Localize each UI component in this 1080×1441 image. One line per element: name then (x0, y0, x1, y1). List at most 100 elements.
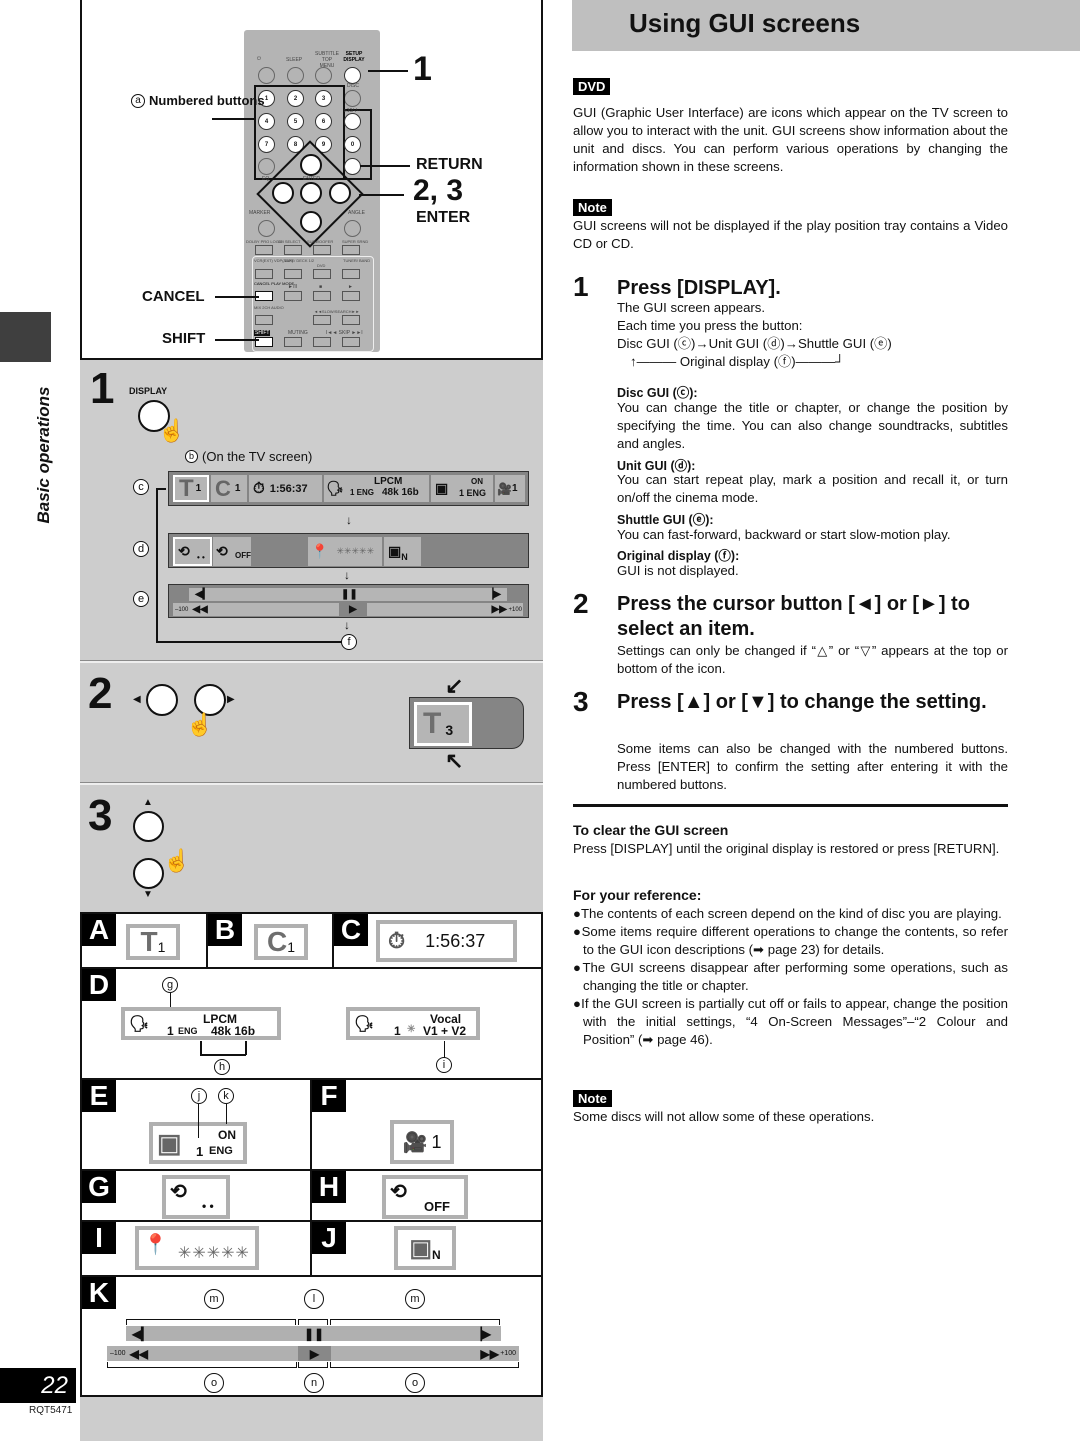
marker-f: f (341, 634, 357, 650)
speed-bar[interactable]: –100 ◀◀ ▶ ▶▶ +100 (173, 603, 523, 616)
marker-i: i (436, 1057, 452, 1073)
dvd-button[interactable] (313, 269, 331, 279)
sleep-button[interactable] (287, 67, 304, 84)
clear-text: Press [DISPLAY] until the original displ… (573, 841, 1000, 856)
min-speed-label: –100 (110, 1350, 126, 1357)
pushpin-icon: 📍 (143, 1233, 168, 1256)
marker-o: o (204, 1373, 224, 1393)
chapter-value: 1 (287, 939, 296, 955)
repeat-value: • • (202, 1199, 214, 1213)
number-button-7[interactable]: 7 (258, 136, 275, 153)
reference-item: ●The GUI screens disappear after perform… (573, 960, 1008, 993)
marker-button[interactable] (258, 220, 275, 237)
play-pause-button[interactable] (284, 291, 302, 301)
subtitle-track: 1 (196, 1144, 204, 1159)
cell-letter: H (312, 1171, 346, 1203)
disc-label: DISC (347, 83, 359, 89)
cursor-left-button[interactable] (272, 182, 294, 204)
cell-letter: K (82, 1277, 116, 1309)
marker-a: a (131, 94, 145, 108)
search-back-button[interactable] (313, 315, 331, 325)
down-arrow-icon: ↓ (346, 513, 352, 527)
skip-back-button[interactable] (313, 337, 331, 347)
title-item-selected[interactable]: T3 (414, 702, 472, 746)
hand-pointer-icon: ☝ (158, 418, 186, 443)
cell-letter: I (82, 1222, 116, 1254)
play-button[interactable] (342, 291, 360, 301)
title-icon-box: T1 (126, 924, 180, 960)
step1-line1: The GUI screen appears. (617, 300, 766, 315)
stop-label: ■ (319, 284, 323, 290)
skip-bar[interactable]: ◀▎ ❚❚ ▕▶ (126, 1326, 501, 1341)
cell-letter: F (312, 1080, 346, 1112)
remote-control: ⏻ SLEEP SUBTITLE TOP MENU SETUP DISPLAY … (244, 30, 380, 352)
note-tag: Note (573, 199, 612, 216)
section-rule (573, 804, 1008, 807)
muting-button[interactable] (284, 337, 302, 347)
marker-label: MARKER (249, 210, 271, 216)
power-button[interactable] (258, 67, 275, 84)
menu-button[interactable] (258, 158, 275, 175)
cursor-left-button[interactable] (146, 684, 178, 716)
gui-cycle-return: ↑——— Original display (ⓕ)———┘ (630, 354, 845, 369)
disc-button[interactable] (344, 90, 361, 107)
marker-e: e (133, 591, 149, 607)
marker-g: g (162, 977, 178, 993)
note-text: Some discs will not allow some of these … (573, 1109, 875, 1124)
number-button-6[interactable]: 6 (315, 113, 332, 130)
number-button-5[interactable]: 5 (287, 113, 304, 130)
speed-bar[interactable]: –100 ◀◀ ▶ ▶▶ +100 (107, 1346, 519, 1361)
hand-pointer-icon: ☝ (163, 848, 191, 873)
cursor-up-button[interactable] (133, 811, 164, 842)
leader-line (368, 70, 408, 72)
cinema-value: N (401, 551, 408, 562)
plus10-button[interactable] (344, 113, 361, 130)
cursor-up-button[interactable] (300, 154, 322, 176)
number-button-3[interactable]: 3 (315, 90, 332, 107)
cursor-right-button[interactable] (329, 182, 351, 204)
tv-icon: ▣ (409, 1234, 432, 1262)
number-button-4[interactable]: 4 (258, 113, 275, 130)
repeat-item[interactable]: ⟲ • • (173, 537, 212, 566)
marker-m: m (405, 1289, 425, 1309)
chapter-item[interactable]: C1 (211, 475, 247, 502)
tape-button[interactable] (284, 269, 302, 279)
angle-button[interactable] (344, 220, 361, 237)
audio-button[interactable] (255, 315, 273, 325)
search-fwd-button[interactable] (342, 315, 360, 325)
chapter-icon-box: C1 (254, 924, 308, 960)
section-label-text: Basic operations (34, 386, 53, 524)
subwoofer-button[interactable] (313, 245, 331, 255)
enter-button-remote[interactable] (300, 182, 322, 204)
return-button-remote[interactable] (344, 158, 361, 175)
time-item[interactable]: ⏱ 1:56:37 (249, 475, 322, 502)
number-button-0[interactable]: 0 (344, 136, 361, 153)
subtitle-item[interactable]: ▣ ON 1 ENG (431, 475, 493, 502)
leader-line (359, 194, 404, 196)
ab-repeat-item[interactable]: ⟲ OFF (213, 537, 251, 566)
skip-bar[interactable]: ◀▎ ❚❚ ▕▶ (189, 588, 507, 601)
title-item[interactable]: T1 (173, 475, 209, 502)
cinema-item[interactable]: ▣ N (384, 537, 421, 566)
skip-fwd-button[interactable] (342, 337, 360, 347)
marker-item[interactable]: 📍 ✳✳✳✳✳ (308, 537, 382, 566)
subtitle-state: ON (471, 477, 483, 486)
pro-logic-button[interactable] (255, 245, 273, 255)
stop-button[interactable] (313, 291, 331, 301)
audio-item[interactable]: 🗣 LPCM 1 ENG 48k 16b (324, 475, 429, 502)
cursor-down-button[interactable] (133, 858, 164, 889)
cell-letter: E (82, 1080, 116, 1112)
ch-select-button[interactable] (284, 245, 302, 255)
number-button-2[interactable]: 2 (287, 90, 304, 107)
display-button[interactable] (344, 67, 361, 84)
marker-m: m (204, 1289, 224, 1309)
cursor-down-button[interactable] (300, 211, 322, 233)
top-menu-button[interactable] (315, 67, 332, 84)
vcr-button[interactable] (255, 269, 273, 279)
reference-item: ●If the GUI screen is partially cut off … (573, 996, 1008, 1047)
title-value: 1 (195, 483, 202, 494)
tuner-button[interactable] (342, 269, 360, 279)
super-srnd-button[interactable] (342, 245, 360, 255)
step3-number: 3 (573, 686, 589, 717)
angle-item[interactable]: 🎥 1 (495, 475, 525, 502)
